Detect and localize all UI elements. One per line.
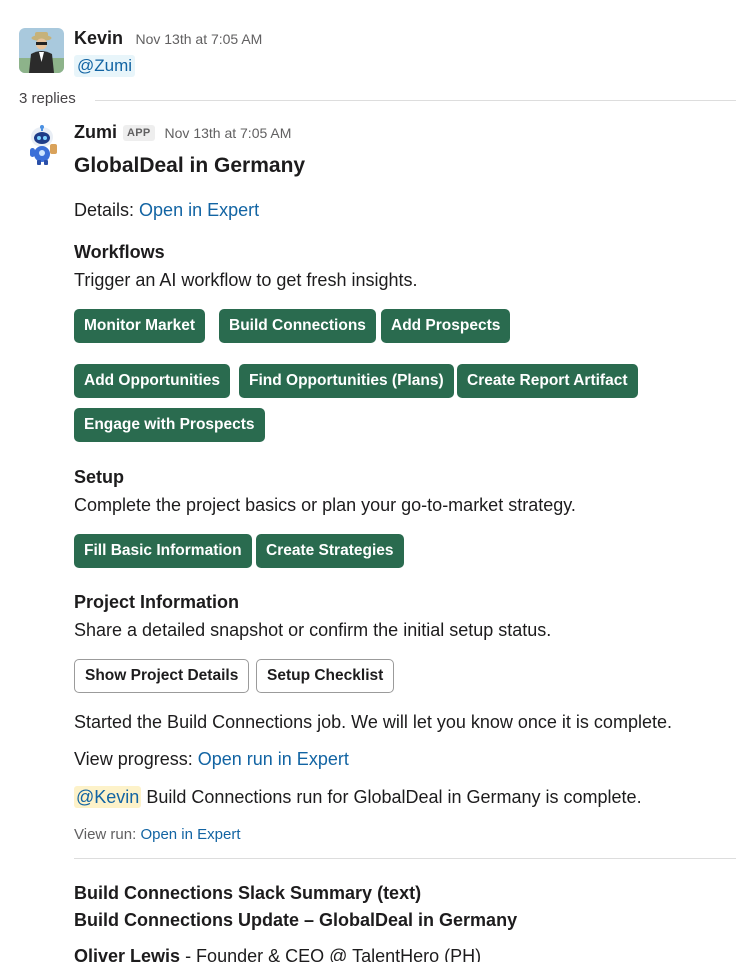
timestamp[interactable]: Nov 13th at 7:05 AM [165, 125, 292, 141]
divider [74, 858, 736, 859]
setup-title: Setup [74, 467, 125, 487]
sender-name[interactable]: Kevin [74, 28, 123, 48]
sender-name[interactable]: Zumi [74, 122, 117, 143]
fill-basic-information-button[interactable]: Fill Basic Information [74, 534, 252, 568]
thread-replies-divider: 3 replies [19, 90, 736, 110]
find-opportunities-button[interactable]: Find Opportunities (Plans) [239, 364, 454, 398]
page-title: GlobalDeal in Germany [74, 154, 306, 177]
replies-count: 3 replies [19, 90, 76, 107]
progress-label: View progress: [74, 749, 193, 769]
completion-text: Build Connections run for GlobalDeal in … [146, 787, 642, 807]
build-connections-button[interactable]: Build Connections [219, 309, 376, 343]
view-run-line: View run: Open in Expert [74, 826, 241, 843]
app-badge: APP [123, 124, 155, 141]
completion-line: @Kevin Build Connections run for GlobalD… [74, 786, 642, 808]
engage-with-prospects-button[interactable]: Engage with Prospects [74, 408, 265, 442]
details-line: Details: Open in Expert [74, 200, 259, 221]
contact-line: Oliver Lewis - Founder & CEO @ TalentHer… [74, 946, 481, 962]
slack-thread-view: Kevin Nov 13th at 7:05 AM @Zumi 3 replie… [0, 0, 736, 962]
setup-description: Complete the project basics or plan your… [74, 495, 576, 515]
status-text: Started the Build Connections job. We wi… [74, 712, 672, 732]
add-opportunities-button[interactable]: Add Opportunities [74, 364, 231, 398]
view-run-label: View run: [74, 826, 137, 843]
workflows-title: Workflows [74, 242, 165, 262]
avatar[interactable] [22, 124, 64, 166]
message-header: Zumi APP Nov 13th at 7:05 AM [74, 122, 291, 143]
view-run-link[interactable]: Open in Expert [140, 826, 240, 843]
show-project-details-button[interactable]: Show Project Details [74, 659, 250, 693]
avatar[interactable] [19, 28, 64, 73]
progress-line: View progress: Open run in Expert [74, 749, 349, 770]
open-in-expert-link[interactable]: Open in Expert [139, 200, 259, 220]
contact-role: - Founder & CEO @ TalentHero (PH) [180, 946, 482, 962]
monitor-market-button[interactable]: Monitor Market [74, 309, 206, 343]
create-report-artifact-button[interactable]: Create Report Artifact [457, 364, 638, 398]
setup-checklist-button[interactable]: Setup Checklist [256, 659, 395, 693]
project-info-description: Share a detailed snapshot or confirm the… [74, 620, 552, 640]
summary-title: Build Connections Slack Summary (text) [74, 883, 422, 903]
add-prospects-button[interactable]: Add Prospects [381, 309, 511, 343]
summary-subtitle: Build Connections Update – GlobalDeal in… [74, 910, 518, 930]
timestamp[interactable]: Nov 13th at 7:05 AM [135, 31, 262, 47]
workflows-description: Trigger an AI workflow to get fresh insi… [74, 270, 418, 290]
user-mention[interactable]: @Kevin [74, 786, 142, 808]
user-mention[interactable]: @Zumi [74, 55, 136, 77]
divider [95, 100, 736, 101]
project-info-title: Project Information [74, 592, 240, 612]
open-run-in-expert-link[interactable]: Open run in Expert [198, 749, 349, 769]
contact-name: Oliver Lewis [74, 946, 181, 962]
details-label: Details: [74, 200, 135, 220]
create-strategies-button[interactable]: Create Strategies [256, 534, 404, 568]
